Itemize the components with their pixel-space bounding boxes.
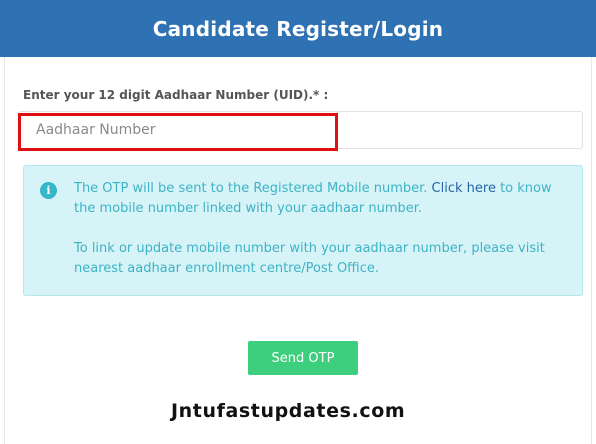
send-otp-button[interactable]: Send OTP — [248, 341, 358, 375]
otp-info-alert: i The OTP will be sent to the Registered… — [23, 165, 583, 296]
info-icon: i — [40, 182, 57, 199]
info-text: The OTP will be sent to the Registered M… — [74, 179, 574, 279]
info-paragraph-otp: The OTP will be sent to the Registered M… — [74, 179, 574, 219]
aadhaar-number-input[interactable] — [19, 112, 582, 148]
watermark-text: Jntufastupdates.com — [171, 400, 406, 422]
aadhaar-input-container — [18, 111, 583, 149]
candidate-login-page: Candidate Register/Login Enter your 12 d… — [0, 0, 596, 444]
aadhaar-field-label: Enter your 12 digit Aadhaar Number (UID)… — [23, 88, 329, 102]
page-title: Candidate Register/Login — [152, 16, 444, 41]
header-bar: Candidate Register/Login — [0, 0, 596, 57]
info-line1-pre: The OTP will be sent to the Registered M… — [74, 181, 432, 196]
click-here-link[interactable]: Click here — [432, 181, 496, 196]
info-paragraph-link-mobile: To link or update mobile number with you… — [74, 241, 545, 276]
